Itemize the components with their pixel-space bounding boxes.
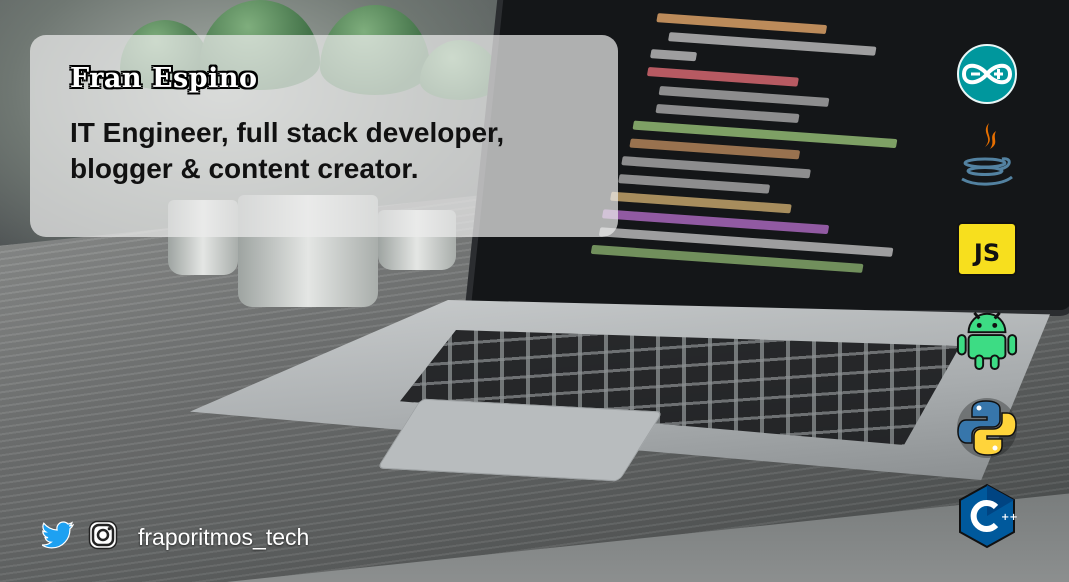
profile-description: IT Engineer, full stack developer, blogg… (70, 117, 505, 184)
javascript-icon: JS (955, 216, 1019, 280)
java-icon (955, 122, 1019, 186)
social-links: fraporitmos_tech (41, 520, 309, 555)
javascript-label: JS (972, 239, 1000, 267)
laptop-trackpad (376, 398, 664, 482)
arduino-icon (955, 42, 1019, 106)
instagram-icon[interactable] (88, 520, 118, 555)
python-icon (955, 396, 1019, 460)
twitter-icon[interactable] (41, 520, 75, 554)
cpp-icon: ++ (955, 483, 1019, 549)
profile-card: Fran Espino IT Engineer, full stack deve… (30, 35, 618, 237)
profile-name: Fran Espino (70, 63, 258, 94)
svg-text:++: ++ (1001, 512, 1018, 523)
android-icon (955, 306, 1019, 370)
social-handle[interactable]: fraporitmos_tech (138, 524, 309, 551)
